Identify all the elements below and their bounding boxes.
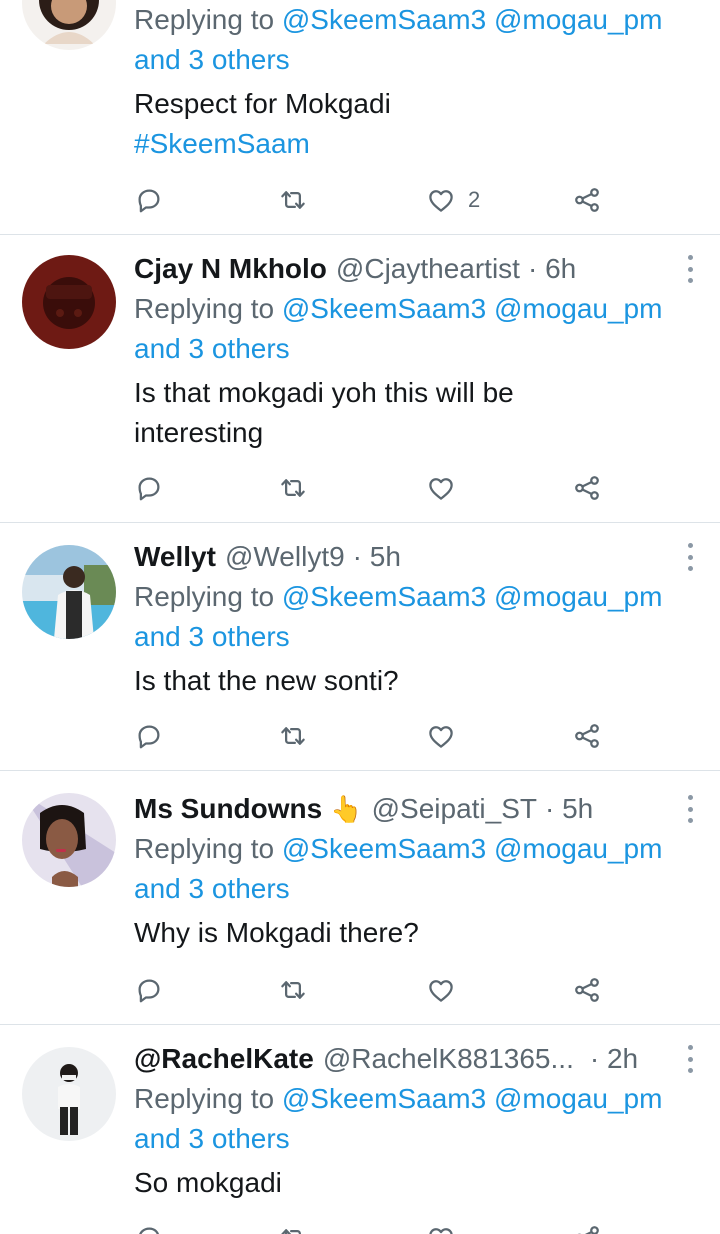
handle[interactable]: @RachelK881365... <box>323 1039 574 1079</box>
tweet-text: Why is Mokgadi there? <box>134 917 419 948</box>
replying-to: Replying to @SkeemSaam3 @mogau_pm and 3 … <box>134 4 663 75</box>
tweet-header: @RachelKate @RachelK881365... · 2h <box>134 1039 694 1079</box>
retweet-icon <box>281 981 305 999</box>
reply-button[interactable] <box>134 1218 164 1234</box>
like-button[interactable] <box>426 970 456 1010</box>
display-name[interactable]: Wellyt <box>134 537 216 577</box>
tweet-text: Is that the new sonti? <box>134 665 399 696</box>
retweet-button[interactable] <box>278 970 308 1010</box>
tweet-text: So mokgadi <box>134 1167 282 1198</box>
more-options-icon[interactable] <box>686 795 694 823</box>
reply-button[interactable] <box>134 468 164 508</box>
avatar[interactable] <box>22 545 116 639</box>
tweet-text: Respect for Mokgadi #SkeemSaam <box>134 88 391 159</box>
tweet-text: Is that mokgadi yoh this will be interes… <box>134 377 514 448</box>
avatar[interactable] <box>22 255 116 349</box>
like-button[interactable] <box>426 468 456 508</box>
replying-to: Replying to @SkeemSaam3 @mogau_pm and 3 … <box>134 833 663 904</box>
retweet-button[interactable] <box>278 1218 308 1234</box>
display-name[interactable]: Ms Sundowns <box>134 789 322 829</box>
timestamp[interactable]: · 5h <box>545 789 593 829</box>
tweet-2[interactable]: Wellyt @Wellyt9 · 5h Replying to @SkeemS… <box>0 523 720 770</box>
heart-icon <box>429 1228 453 1234</box>
tweet-3[interactable]: Ms Sundowns 👆 @Seipati_ST · 5h Replying … <box>0 771 720 1024</box>
pointing-up-emoji: 👆 <box>330 794 363 824</box>
reply-button[interactable] <box>134 180 164 220</box>
tweet-header: Wellyt @Wellyt9 · 5h <box>134 537 694 577</box>
share-button[interactable] <box>572 468 602 508</box>
timestamp[interactable]: · 6h <box>528 249 576 289</box>
handle[interactable]: @Seipati_ST <box>372 789 537 829</box>
replying-to: Replying to @SkeemSaam3 @mogau_pm and 3 … <box>134 581 663 652</box>
reply-icon <box>138 979 160 1003</box>
share-icon <box>575 188 599 212</box>
more-options-icon[interactable] <box>686 543 694 571</box>
replying-to: Replying to @SkeemSaam3 @mogau_pm and 3 … <box>134 1083 663 1154</box>
share-icon <box>575 724 599 748</box>
avatar[interactable] <box>22 0 116 50</box>
handle[interactable]: @Cjaytheartist <box>336 249 520 289</box>
like-button[interactable] <box>426 1218 456 1234</box>
display-name[interactable]: Cjay N Mkholo <box>134 249 327 289</box>
tweet-0[interactable]: Replying to @SkeemSaam3 @mogau_pm and 3 … <box>0 0 720 234</box>
timestamp[interactable]: · 2h <box>590 1039 638 1079</box>
share-button[interactable] <box>572 970 602 1010</box>
like-count: 2 <box>468 187 481 212</box>
heart-icon <box>429 980 453 1002</box>
tweet-4[interactable]: @RachelKate @RachelK881365... · 2h Reply… <box>0 1025 720 1234</box>
tweet-1[interactable]: Cjay N Mkholo @Cjaytheartist · 6h Replyi… <box>0 235 720 522</box>
avatar[interactable] <box>22 1047 116 1141</box>
tweet-header: Ms Sundowns 👆 @Seipati_ST · 5h <box>134 789 694 829</box>
timestamp[interactable]: · 5h <box>353 537 401 577</box>
retweet-icon <box>281 1229 301 1234</box>
handle[interactable]: @Wellyt9 <box>225 537 345 577</box>
reply-icon <box>138 189 160 213</box>
share-button[interactable] <box>572 716 602 756</box>
reply-icon <box>138 477 160 501</box>
hashtag-link[interactable]: #SkeemSaam <box>134 128 310 159</box>
reply-icon <box>138 725 160 749</box>
display-name[interactable]: @RachelKate <box>134 1039 314 1079</box>
retweet-icon <box>281 479 305 497</box>
avatar[interactable] <box>22 793 116 887</box>
more-options-icon[interactable] <box>686 1045 694 1073</box>
retweet-icon <box>281 191 305 209</box>
tweet-header: Cjay N Mkholo @Cjaytheartist · 6h <box>134 249 694 289</box>
retweet-button[interactable] <box>278 468 308 508</box>
share-button[interactable] <box>572 1218 602 1234</box>
replying-to: Replying to @SkeemSaam3 @mogau_pm and 3 … <box>134 293 663 364</box>
retweet-icon <box>281 727 305 745</box>
like-button[interactable]: 2 <box>426 180 480 220</box>
more-options-icon[interactable] <box>686 255 694 283</box>
retweet-button[interactable] <box>278 716 308 756</box>
share-icon <box>575 978 599 1002</box>
share-icon <box>575 476 599 500</box>
share-icon <box>577 1226 599 1234</box>
like-button[interactable] <box>426 716 456 756</box>
heart-icon <box>429 726 453 748</box>
share-button[interactable] <box>572 180 602 220</box>
heart-icon <box>429 190 453 212</box>
reply-button[interactable] <box>134 970 164 1010</box>
retweet-button[interactable] <box>278 180 308 220</box>
reply-icon <box>139 1227 159 1234</box>
reply-button[interactable] <box>134 716 164 756</box>
heart-icon <box>429 478 453 500</box>
